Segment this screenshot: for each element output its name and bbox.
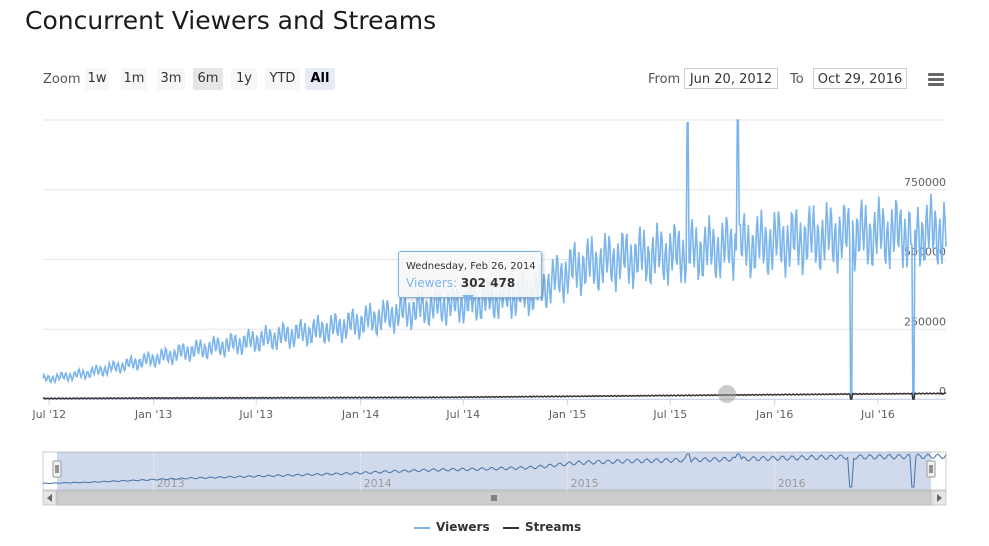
navigator-year-label: 2014 [364, 477, 392, 490]
x-tick-label: Jul '13 [238, 408, 273, 421]
x-tick-label: Jul '12 [31, 408, 66, 421]
x-tick-label: Jul '16 [860, 408, 895, 421]
x-tick-label: Jul '14 [445, 408, 480, 421]
x-tick-label: Jan '15 [548, 408, 586, 421]
navigator-left-handle[interactable] [52, 460, 62, 478]
tooltip-date: Wednesday, Feb 26, 2014 [406, 261, 536, 272]
legend-item-streams[interactable]: Streams [503, 520, 581, 534]
navigator-right-handle[interactable] [926, 460, 936, 478]
x-tick-label: Jan '16 [755, 408, 793, 421]
x-tick-label: Jan '14 [341, 408, 379, 421]
legend-swatch-streams [503, 526, 519, 529]
streams-line [42, 392, 947, 400]
y-tick-label: 0 [939, 385, 946, 398]
navigator-year-label: 2016 [778, 477, 806, 490]
navigator-year-label: 2015 [571, 477, 599, 490]
x-tick-label: Jul '15 [652, 408, 687, 421]
y-tick-label: 750000 [904, 176, 946, 189]
tooltip-arrow [462, 295, 474, 302]
x-tick-label: Jan '13 [134, 408, 172, 421]
legend-label-streams: Streams [525, 520, 582, 534]
legend-item-viewers[interactable]: Viewers [414, 520, 490, 534]
tooltip-series: Viewers [406, 276, 454, 290]
y-tick-label: 250000 [904, 315, 946, 328]
hover-halo [718, 385, 736, 403]
legend-swatch-viewers [414, 526, 430, 529]
legend-label-viewers: Viewers [436, 520, 490, 534]
tooltip: Wednesday, Feb 26, 2014 Viewers: 302 478 [398, 251, 542, 298]
tooltip-value: 302 478 [460, 276, 516, 290]
